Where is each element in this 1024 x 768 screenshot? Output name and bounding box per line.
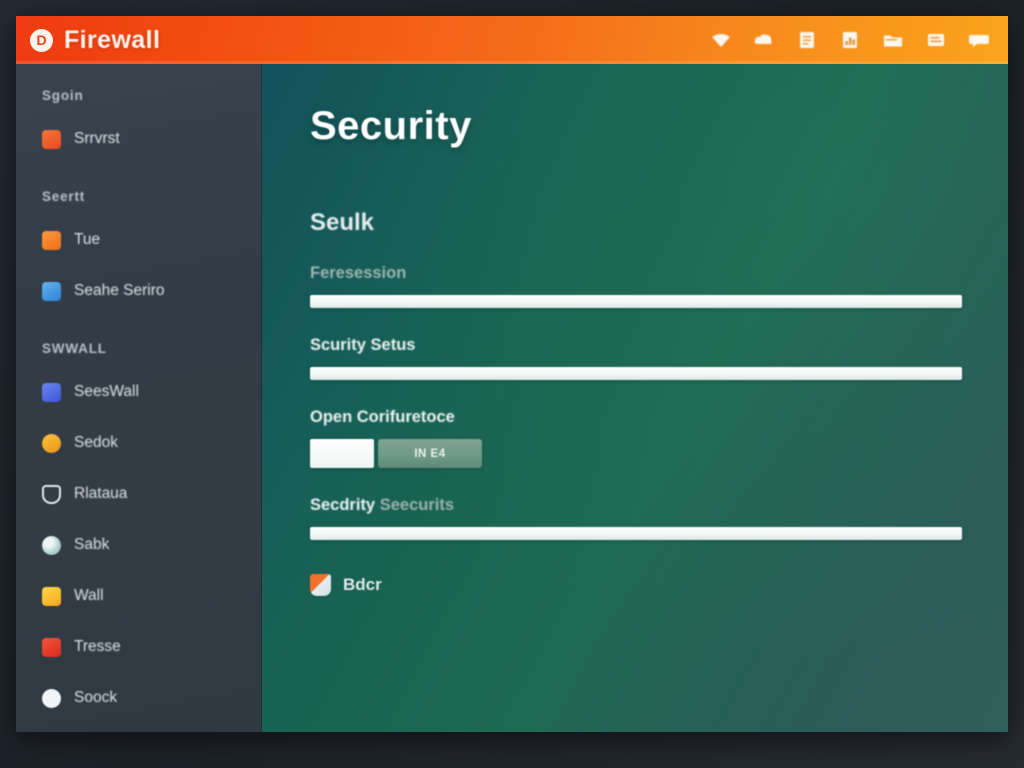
sidebar-item-sedok[interactable]: Sedok [16,425,262,461]
feresession-input[interactable] [310,295,962,308]
page-title: Security [310,104,472,148]
sidebar-section-header: SWWALL [42,341,107,356]
wifi-icon[interactable] [710,30,732,50]
server-icon [42,129,61,149]
list-icon[interactable] [925,30,947,50]
sidebar-item-label: Srrvrst [74,130,120,147]
security-securits-input[interactable] [310,527,962,540]
sidebar-item-label: Tue [74,231,101,248]
sidebar-item-wall[interactable]: Wall [16,578,262,614]
app-brand: D Firewall [30,26,160,55]
field-group-security-status: Scurity Setus [310,336,964,380]
sidebar-item-label: Rlataua [74,485,128,502]
sidebar-item-seeswall[interactable]: SeesWall [16,374,262,410]
field-group-feresession: Feresession [310,264,964,308]
document-icon[interactable] [796,30,818,50]
sidebar-item-label: Tresse [74,638,121,655]
configuration-control-row: IN E4 [310,439,964,468]
window-body: Sgoin Srrvrst Seertt Tue Seahe Seriro SW… [16,64,1008,732]
security-status-input[interactable] [310,367,962,380]
app-title: Firewall [64,25,161,54]
field-label-secondary: Seecurits [379,496,455,514]
globe-icon [42,535,61,555]
clock-icon [42,688,61,708]
sidebar-item-label: Seahe Seriro [74,282,165,299]
flame-icon [42,230,61,250]
section-title: Seulk [310,209,375,236]
alert-icon [42,637,61,657]
field-label: Secdrity Seecurits [310,496,964,515]
sidebar-navigation: Sgoin Srrvrst Seertt Tue Seahe Seriro SW… [16,64,262,732]
wall-icon [42,382,61,402]
chat-icon[interactable] [968,30,990,50]
footer-action-label: Bdcr [343,575,382,594]
note-icon [42,586,61,606]
main-content: Security Seulk Feresession Scurity Setus… [262,64,1008,732]
title-bar: D Firewall [16,16,1008,64]
sidebar-item-srrvrst[interactable]: Srrvrst [16,121,262,157]
sidebar-item-label: SeesWall [74,383,139,400]
chart-icon[interactable] [839,30,861,50]
sidebar-section-header: Seertt [42,189,86,204]
sidebar-item-sabk[interactable]: Sabk [16,527,262,563]
field-group-open-configuration: Open Corifuretoce IN E4 [310,408,964,468]
sidebar-item-label: Wall [74,587,104,604]
field-label: Feresession [310,264,407,282]
configuration-input[interactable] [310,439,374,468]
sidebar-section-header: Sgoin [42,88,84,103]
cloud-icon[interactable] [753,30,775,50]
image-icon [42,281,61,301]
shield-icon [42,484,61,504]
titlebar-toolbar [710,30,994,50]
sidebar-item-label: Sabk [74,536,110,553]
sidebar-item-tresse[interactable]: Tresse [16,629,262,665]
desktop-backdrop: D Firewall Sgoin Srrvrst Seertt Tue Seah… [0,0,1024,768]
field-label: Scurity Setus [310,336,416,354]
badge-icon [42,433,61,453]
sidebar-item-seahe-seriro[interactable]: Seahe Seriro [16,273,262,309]
footer-action-bdcr[interactable]: Bdcr [310,574,964,596]
sidebar-item-label: Soock [74,689,118,706]
sidebar-item-soock[interactable]: Soock [16,680,262,716]
configuration-submit-button[interactable]: IN E4 [378,439,482,468]
application-window: D Firewall Sgoin Srrvrst Seertt Tue Seah… [16,16,1008,732]
sidebar-item-label: Sedok [74,434,118,451]
sidebar-item-rlataua[interactable]: Rlataua [16,476,262,512]
app-logo-icon: D [30,28,53,52]
sidebar-item-tue[interactable]: Tue [16,222,262,258]
shield-badge-icon [310,574,331,596]
folder-icon[interactable] [882,30,904,50]
field-group-security-securits: Secdrity Seecurits [310,496,964,540]
field-label: Open Corifuretoce [310,408,455,426]
field-label-primary: Secdrity [310,496,376,514]
